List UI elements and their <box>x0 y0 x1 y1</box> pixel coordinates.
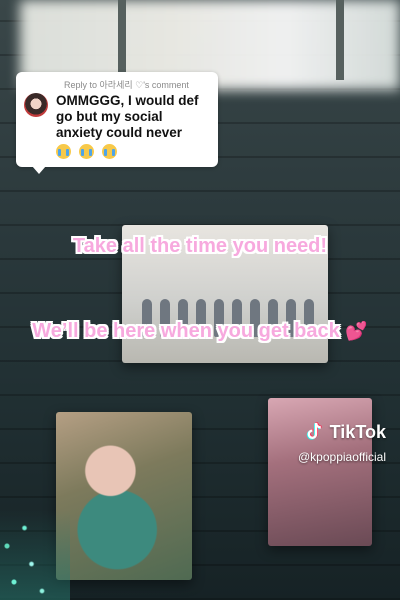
reply-emojis <box>56 142 210 159</box>
caption-line-2: We’ll be here when you get back 💕 <box>0 318 400 344</box>
loudly-crying-face-icon <box>102 143 118 159</box>
reply-content: OMMGGG, I would def go but my social anx… <box>56 93 210 159</box>
loudly-crying-face-icon <box>56 143 71 159</box>
sparkle-lights <box>0 510 70 600</box>
loudly-crying-face-icon <box>79 143 95 159</box>
comment-reply-bubble[interactable]: Reply to 아라세리 ♡'s comment OMMGGG, I woul… <box>16 72 218 174</box>
window-frame <box>118 0 126 80</box>
creator-handle: @kpoppiaofficial <box>297 450 386 464</box>
tiktok-watermark: TikTok @kpoppiaofficial <box>297 420 386 465</box>
reply-body: OMMGGG, I would def go but my social anx… <box>24 93 210 159</box>
commenter-avatar <box>24 93 48 117</box>
window-frame <box>336 0 344 80</box>
tiktok-logo-icon <box>306 422 322 440</box>
reply-text: OMMGGG, I would def go but my social anx… <box>56 93 199 140</box>
portrait-poster-left <box>56 412 192 580</box>
caption-line-1: Take all the time you need! <box>72 235 328 257</box>
tiktok-brand-name: TikTok <box>329 421 386 442</box>
tiktok-brand-row: TikTok <box>298 420 386 444</box>
caption-line-2-text: We’ll be here when you get back <box>32 320 340 342</box>
two-hearts-icon: 💕 <box>345 321 368 341</box>
reply-header: Reply to 아라세리 ♡'s comment <box>64 80 189 90</box>
